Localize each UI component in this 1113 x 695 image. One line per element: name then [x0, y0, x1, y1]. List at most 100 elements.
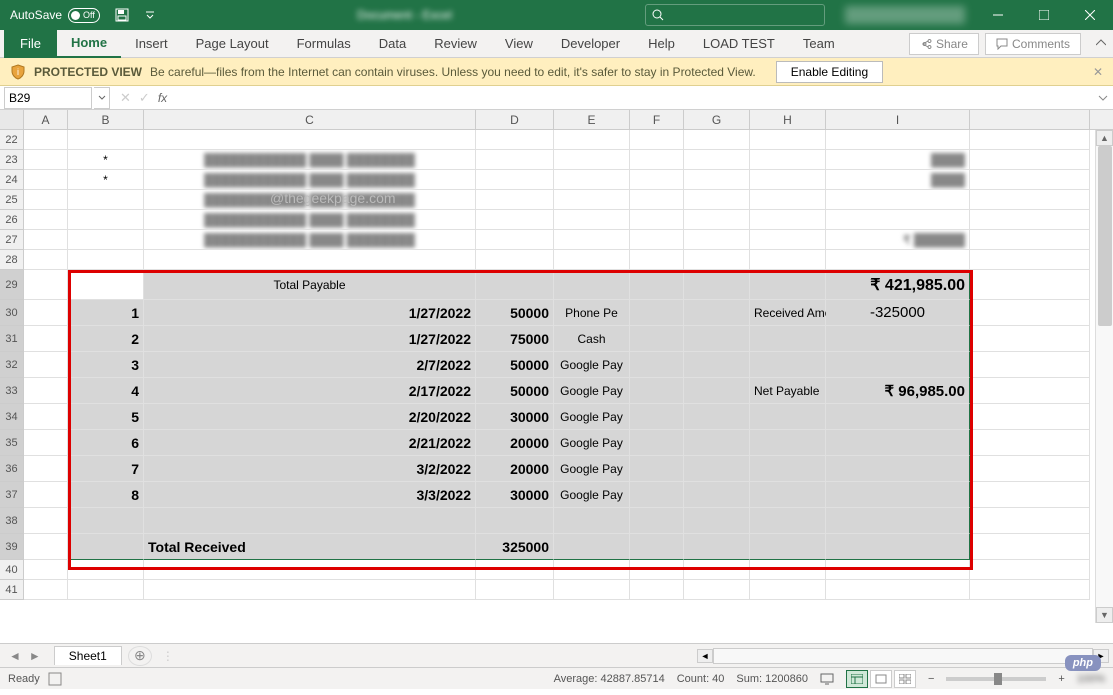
- cell[interactable]: [144, 250, 476, 270]
- cell[interactable]: [476, 170, 554, 190]
- cell[interactable]: *: [68, 170, 144, 190]
- fx-icon[interactable]: fx: [158, 91, 167, 105]
- cell[interactable]: 2/7/2022: [144, 352, 476, 378]
- cell[interactable]: Google Pay: [554, 430, 630, 456]
- new-sheet-button[interactable]: ⊕: [128, 646, 152, 666]
- row-header[interactable]: 32: [0, 352, 24, 378]
- select-all-corner[interactable]: [0, 110, 24, 129]
- cell[interactable]: ₹ ██████: [826, 230, 970, 250]
- cell[interactable]: [554, 508, 630, 534]
- cell[interactable]: [630, 270, 684, 300]
- cell[interactable]: [970, 130, 1090, 150]
- cell[interactable]: [750, 270, 826, 300]
- tab-review[interactable]: Review: [420, 30, 491, 58]
- cell[interactable]: [554, 150, 630, 170]
- cell[interactable]: 3: [68, 352, 144, 378]
- zoom-in-button[interactable]: +: [1058, 673, 1064, 685]
- cell[interactable]: [554, 170, 630, 190]
- cell[interactable]: [24, 508, 68, 534]
- cell[interactable]: 4: [68, 378, 144, 404]
- row-header[interactable]: 35: [0, 430, 24, 456]
- formula-bar-expand-icon[interactable]: [1093, 93, 1113, 103]
- cell[interactable]: [826, 580, 970, 600]
- cell[interactable]: [630, 250, 684, 270]
- cell[interactable]: [476, 250, 554, 270]
- cell[interactable]: Google Pay: [554, 352, 630, 378]
- tab-data[interactable]: Data: [365, 30, 420, 58]
- cell[interactable]: 2: [68, 326, 144, 352]
- scroll-down-icon[interactable]: ▼: [1096, 607, 1113, 623]
- tab-team[interactable]: Team: [789, 30, 849, 58]
- cell[interactable]: 75000: [476, 326, 554, 352]
- cell[interactable]: [144, 560, 476, 580]
- cell[interactable]: Google Pay: [554, 456, 630, 482]
- cell[interactable]: Total Payable: [144, 270, 476, 300]
- col-header-b[interactable]: B: [68, 110, 144, 129]
- cell[interactable]: [970, 250, 1090, 270]
- cell[interactable]: [630, 190, 684, 210]
- cell[interactable]: 3/2/2022: [144, 456, 476, 482]
- sheet-tab-sheet1[interactable]: Sheet1: [54, 646, 122, 665]
- cell[interactable]: [826, 560, 970, 580]
- cell[interactable]: [684, 378, 750, 404]
- cell[interactable]: [684, 508, 750, 534]
- row-header[interactable]: 31: [0, 326, 24, 352]
- cell[interactable]: [630, 130, 684, 150]
- cell[interactable]: [750, 130, 826, 150]
- cell[interactable]: 325000: [476, 534, 554, 560]
- row-header[interactable]: 30: [0, 300, 24, 326]
- cell[interactable]: [684, 352, 750, 378]
- cell[interactable]: Phone Pe: [554, 300, 630, 326]
- cell[interactable]: [554, 130, 630, 150]
- page-layout-view-button[interactable]: [870, 670, 892, 688]
- cell[interactable]: 1: [68, 300, 144, 326]
- cell[interactable]: ████████████ ████ ████████: [144, 210, 476, 230]
- cell[interactable]: [826, 210, 970, 230]
- cell[interactable]: ₹ 96,985.00: [826, 378, 970, 404]
- tab-home[interactable]: Home: [57, 30, 121, 58]
- col-header-d[interactable]: D: [476, 110, 554, 129]
- cell[interactable]: [476, 210, 554, 230]
- normal-view-button[interactable]: [846, 670, 868, 688]
- cell[interactable]: [750, 404, 826, 430]
- cell[interactable]: [24, 352, 68, 378]
- cell[interactable]: 2/21/2022: [144, 430, 476, 456]
- comments-button[interactable]: Comments: [985, 33, 1081, 55]
- zoom-level[interactable]: 100%: [1077, 673, 1105, 685]
- col-header-e[interactable]: E: [554, 110, 630, 129]
- cell[interactable]: [750, 560, 826, 580]
- cell[interactable]: [684, 300, 750, 326]
- row-header[interactable]: 22: [0, 130, 24, 150]
- col-header-c[interactable]: C: [144, 110, 476, 129]
- cell[interactable]: [630, 534, 684, 560]
- cell[interactable]: Google Pay: [554, 378, 630, 404]
- vertical-scrollbar[interactable]: ▲ ▼: [1095, 130, 1113, 623]
- cell[interactable]: ₹ 421,985.00: [826, 270, 970, 300]
- cell[interactable]: [24, 190, 68, 210]
- cell[interactable]: Google Pay: [554, 482, 630, 508]
- cell[interactable]: [554, 210, 630, 230]
- cell[interactable]: [476, 150, 554, 170]
- autosave-control[interactable]: AutoSave Off: [0, 8, 108, 23]
- tab-view[interactable]: View: [491, 30, 547, 58]
- cell[interactable]: [684, 580, 750, 600]
- cell[interactable]: [750, 210, 826, 230]
- cell[interactable]: [554, 270, 630, 300]
- cell[interactable]: -325000: [826, 300, 970, 326]
- cell[interactable]: [684, 404, 750, 430]
- cell[interactable]: [554, 230, 630, 250]
- cell[interactable]: [750, 508, 826, 534]
- cell[interactable]: [684, 190, 750, 210]
- cell[interactable]: [24, 250, 68, 270]
- cell[interactable]: [24, 430, 68, 456]
- cell[interactable]: [68, 250, 144, 270]
- cell[interactable]: [630, 404, 684, 430]
- cell[interactable]: Google Pay: [554, 404, 630, 430]
- cell[interactable]: 8: [68, 482, 144, 508]
- autosave-toggle[interactable]: Off: [68, 8, 100, 23]
- formula-input[interactable]: [177, 87, 1093, 109]
- tab-help[interactable]: Help: [634, 30, 689, 58]
- row-header[interactable]: 24: [0, 170, 24, 190]
- row-header[interactable]: 28: [0, 250, 24, 270]
- cell[interactable]: [826, 326, 970, 352]
